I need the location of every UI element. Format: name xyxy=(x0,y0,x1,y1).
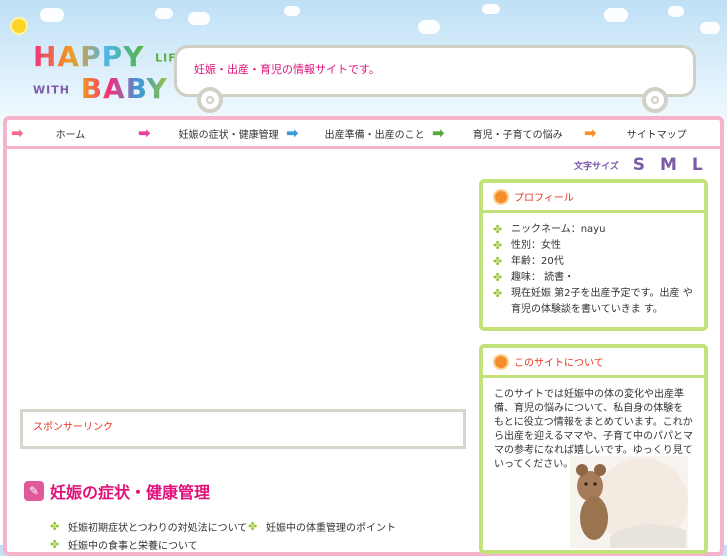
list-item: ✤ 年齢：20代 xyxy=(493,254,696,270)
cloud-decoration xyxy=(284,6,300,16)
flower-icon xyxy=(493,353,509,370)
bus-wheel-right xyxy=(642,87,668,113)
list-item: ✤ 性別：女性 xyxy=(493,238,696,254)
nav-label: 育児・子育ての悩み xyxy=(472,129,563,141)
about-title: このサイトについて xyxy=(514,358,604,369)
nav-item-home[interactable]: ➡ ホーム xyxy=(11,120,85,146)
list-item: ✤ ニックネーム：nayu xyxy=(493,222,696,238)
clover-icon: ✤ xyxy=(493,271,503,284)
list-item: ✤ 現在妊娠 第2子を出産予定です。出産 や育児の体験談を書いていきま す。 xyxy=(493,286,696,318)
nav-item-pregnancy[interactable]: ➡ 妊娠の症状・健康管理 xyxy=(138,120,279,146)
profile-item-text: 年齢：20代 xyxy=(511,256,564,267)
arrow-right-icon: ➡ xyxy=(11,124,24,142)
clover-icon: ✤ xyxy=(493,239,503,252)
cloud-decoration xyxy=(482,4,500,14)
profile-item-text: 現在妊娠 第2子を出産予定です。出産 や育児の体験談を書いていきま す。 xyxy=(511,288,693,315)
nav-item-birth[interactable]: ➡ 出産準備・出産のこと xyxy=(286,120,425,146)
profile-list: ✤ ニックネーム：nayu ✤ 性別：女性 ✤ 年齢：20代 ✤ 趣味： 読書・ ✤ 現在… xyxy=(483,213,704,324)
nav-item-childcare[interactable]: ➡ 育児・子育ての悩み xyxy=(432,120,563,146)
clover-icon: ✤ xyxy=(493,255,503,268)
global-nav: ➡ ホーム ➡ 妊娠の症状・健康管理 ➡ 出産準備・出産のこと ➡ 育児・子育て… xyxy=(7,120,720,149)
sponsor-label: スポンサーリンク xyxy=(33,422,113,433)
nav-label: ホーム xyxy=(55,129,86,141)
pencil-icon: ✎ xyxy=(24,481,44,501)
profile-header: プロフィール xyxy=(483,183,704,213)
pregnant-belly-image xyxy=(570,456,688,548)
arrow-right-icon: ➡ xyxy=(584,124,597,142)
cloud-decoration xyxy=(604,8,628,22)
section-heading: ✎ 妊娠の症状・健康管理 xyxy=(24,479,210,503)
profile-item-text: 性別：女性 xyxy=(511,240,561,251)
arrow-right-icon: ➡ xyxy=(432,124,445,142)
clover-icon: ✤ xyxy=(50,520,60,533)
arrow-right-icon: ➡ xyxy=(286,124,299,142)
site-tagline: 妊娠・出産・育児の情報サイトです。 xyxy=(194,63,380,76)
nav-label: 妊娠の症状・健康管理 xyxy=(178,129,279,141)
clover-icon: ✤ xyxy=(493,223,503,236)
cloud-decoration xyxy=(188,12,210,25)
logo-happy: HAPPY xyxy=(33,40,145,73)
article-link-text: 妊娠初期症状とつわりの対処法について xyxy=(68,523,248,534)
logo-line1: HAPPY LIFE xyxy=(33,40,185,73)
cloud-decoration xyxy=(668,6,684,17)
article-link-text: 妊娠中の体重管理のポイント xyxy=(266,523,396,534)
section-title: 妊娠の症状・健康管理 xyxy=(50,483,211,502)
profile-title: プロフィール xyxy=(514,193,574,204)
font-size-large-button[interactable]: L xyxy=(692,155,703,175)
cloud-decoration xyxy=(155,8,173,19)
profile-item-text: ニックネーム：nayu xyxy=(511,224,606,235)
flower-icon xyxy=(493,188,509,205)
font-size-label: 文字サイズ xyxy=(574,161,619,172)
article-link[interactable]: ✤ 妊娠初期症状とつわりの対処法について xyxy=(50,519,247,534)
logo-baby: BABY xyxy=(80,72,168,105)
font-size-small-button[interactable]: S xyxy=(633,155,645,175)
nav-item-sitemap[interactable]: ➡ サイトマップ xyxy=(584,120,687,146)
nav-label: 出産準備・出産のこと xyxy=(324,129,425,141)
arrow-right-icon: ➡ xyxy=(138,124,151,142)
font-size-medium-button[interactable]: M xyxy=(660,155,677,175)
clover-icon: ✤ xyxy=(248,520,258,533)
about-header: このサイトについて xyxy=(483,348,704,378)
font-size-switcher: 文字サイズ S M L xyxy=(574,155,718,175)
nav-label: サイトマップ xyxy=(626,129,687,141)
sun-icon xyxy=(12,19,26,33)
sponsor-box: スポンサーリンク xyxy=(20,409,466,449)
site-logo[interactable]: HAPPY LIFE WITH BABY xyxy=(33,40,184,105)
cloud-decoration xyxy=(40,8,64,22)
cloud-decoration xyxy=(418,20,440,34)
list-item: ✤ 趣味： 読書・ xyxy=(493,270,696,286)
logo-line2: WITH BABY xyxy=(33,72,168,105)
header-bus-banner: 妊娠・出産・育児の情報サイトです。 xyxy=(174,45,696,97)
profile-item-text: 趣味： 読書・ xyxy=(511,272,575,283)
article-link[interactable]: ✤ 妊娠中の体重管理のポイント xyxy=(248,519,396,534)
profile-box: プロフィール ✤ ニックネーム：nayu ✤ 性別：女性 ✤ 年齢：20代 ✤ 趣味： … xyxy=(479,179,708,331)
cloud-decoration xyxy=(700,22,720,34)
clover-icon: ✤ xyxy=(493,287,503,300)
logo-with: WITH xyxy=(33,83,70,97)
bus-wheel-left xyxy=(197,87,223,113)
